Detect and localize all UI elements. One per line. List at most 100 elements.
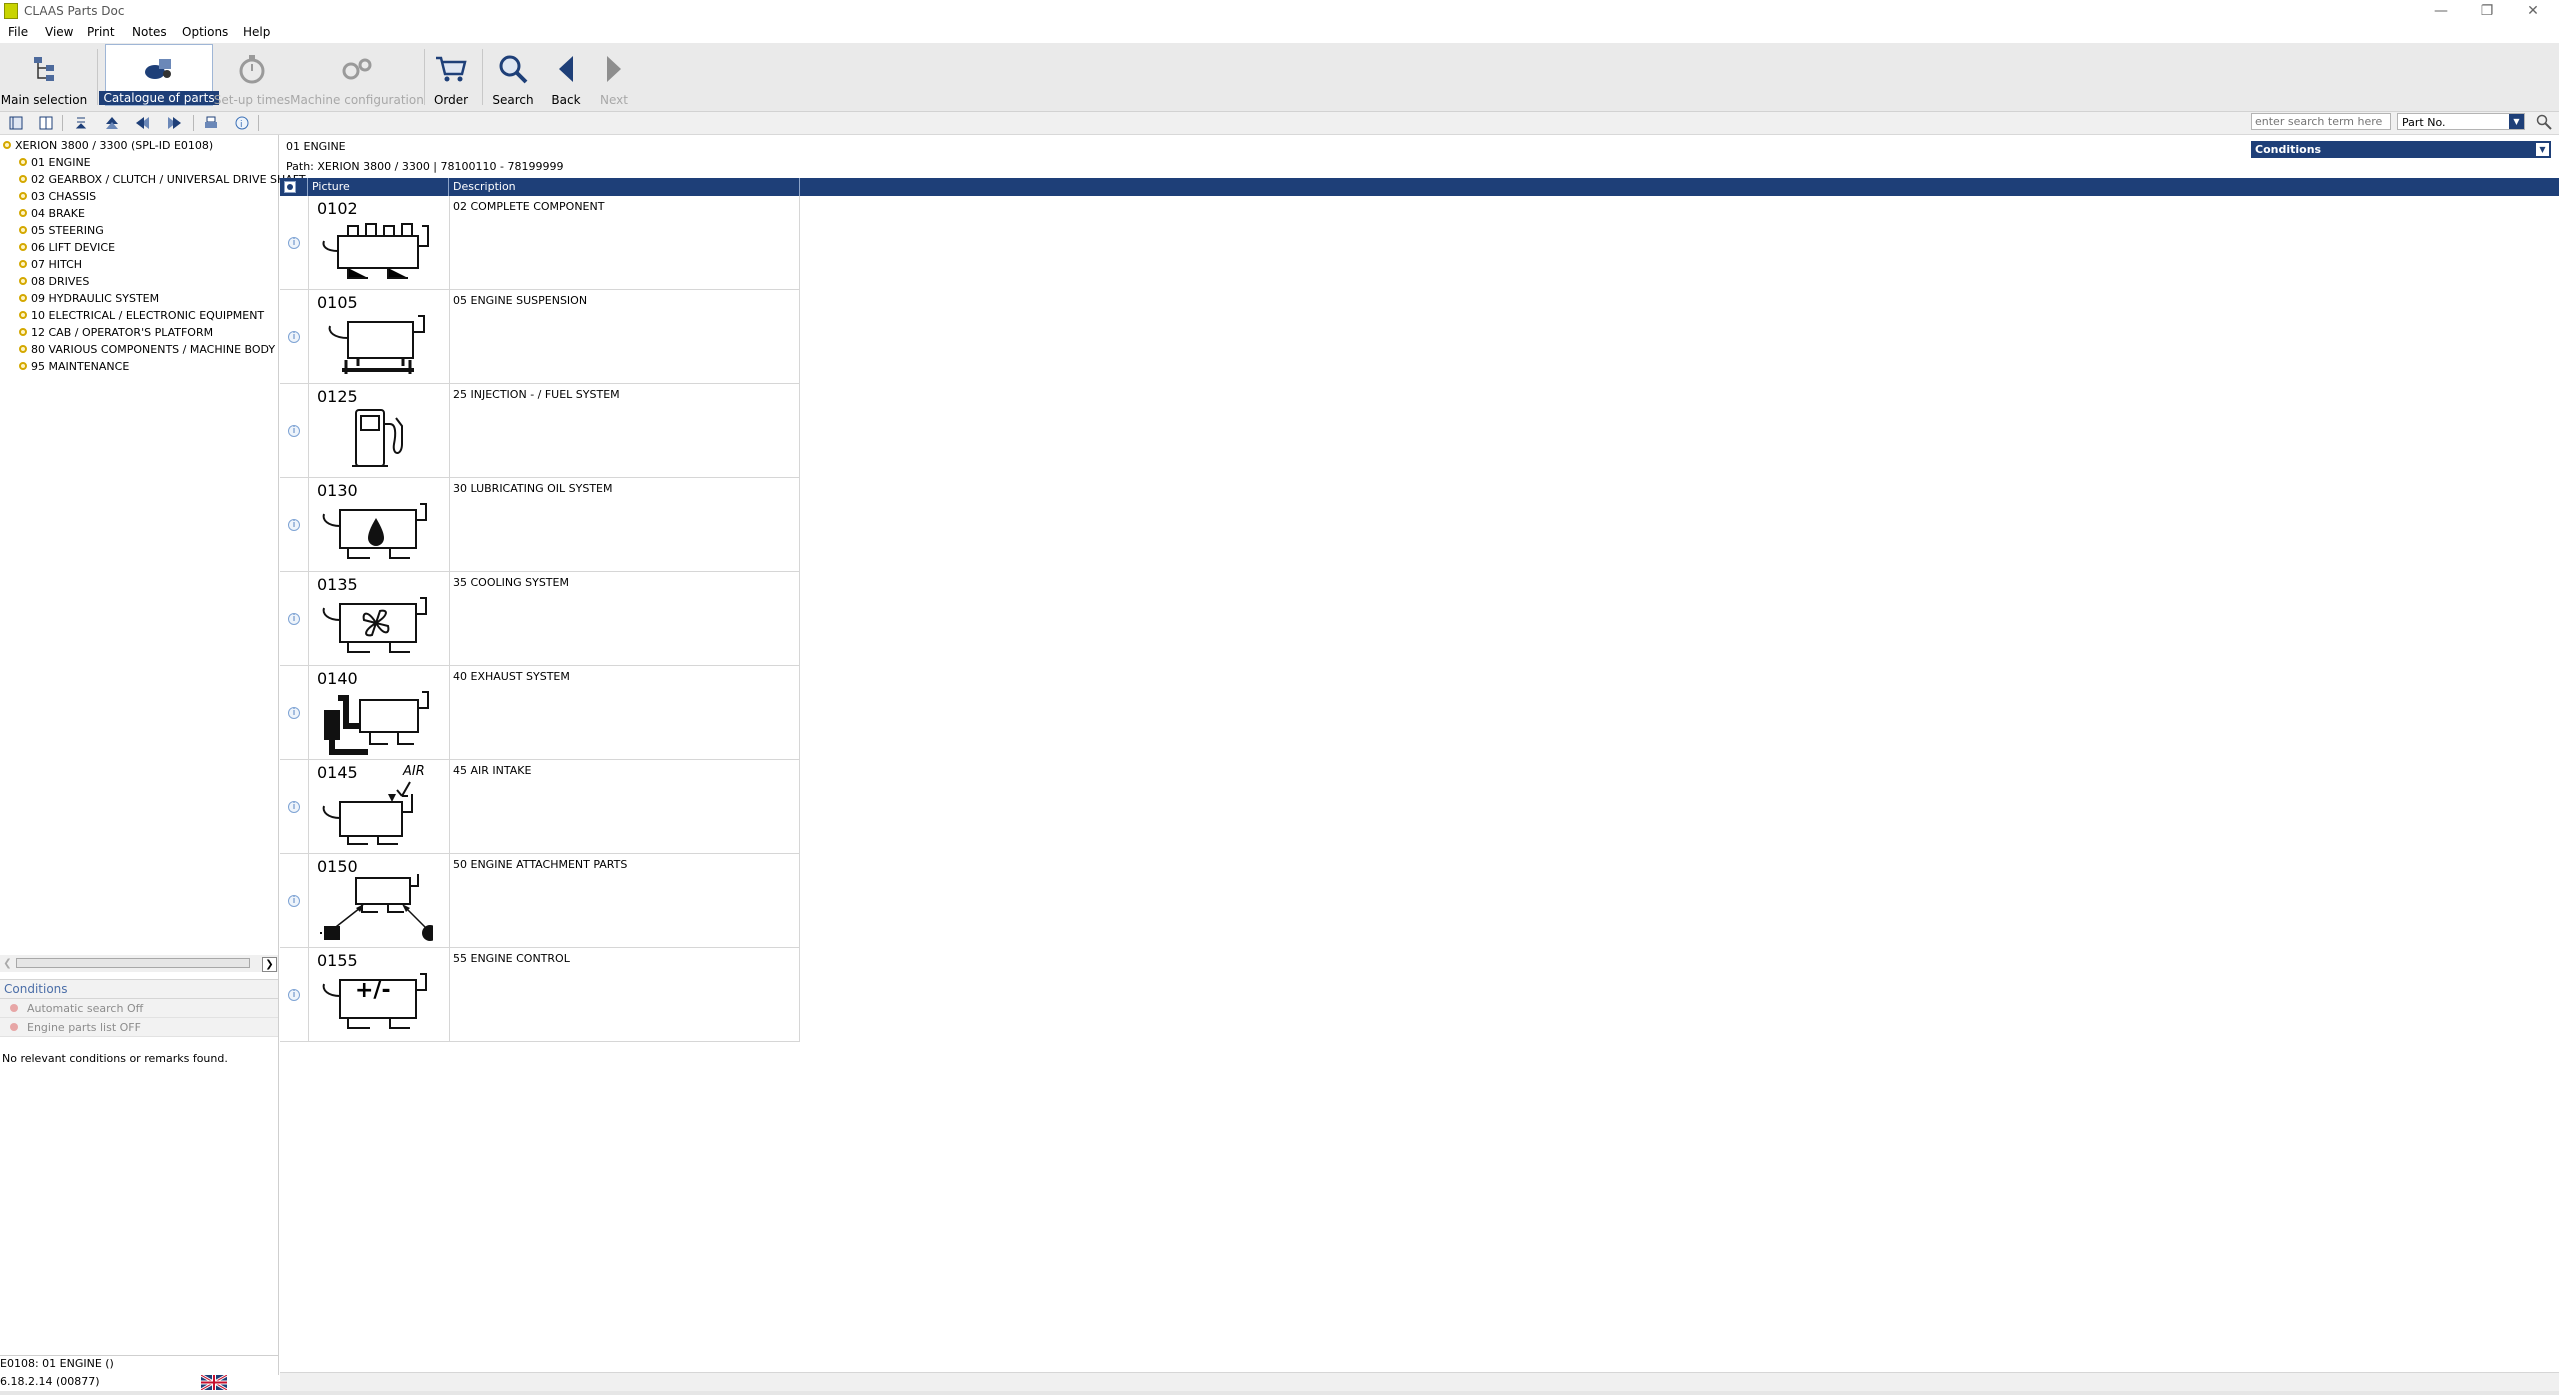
picture-cell: 0102 bbox=[308, 196, 450, 289]
attachment-parts-icon bbox=[320, 874, 433, 941]
tree-item[interactable]: 01 ENGINE bbox=[19, 154, 91, 170]
next-label: Next bbox=[600, 93, 628, 107]
search-type-select[interactable]: Part No. ▼ bbox=[2397, 113, 2525, 130]
tree-item-label: 09 HYDRAULIC SYSTEM bbox=[31, 291, 160, 305]
info-icon[interactable]: i bbox=[288, 613, 300, 625]
info-icon[interactable]: i bbox=[288, 989, 300, 1001]
tree-item-label: 06 LIFT DEVICE bbox=[31, 240, 116, 254]
back-button[interactable]: Back bbox=[543, 43, 589, 109]
tree-horizontal-scrollbar[interactable]: ❮ ❯ bbox=[0, 955, 278, 972]
order-button[interactable]: Order bbox=[428, 43, 474, 109]
minimize-button[interactable]: — bbox=[2418, 0, 2464, 22]
table-row[interactable]: i 0145 AIR 45 AIR INTAKE bbox=[280, 760, 800, 854]
tree-root[interactable]: XERION 3800 / 3300 (SPL-ID E0108) bbox=[3, 137, 213, 153]
table-row[interactable]: i 0140 40 EXHAUST SYSTEM bbox=[280, 666, 800, 760]
tree-item[interactable]: 09 HYDRAULIC SYSTEM bbox=[19, 290, 159, 306]
tree-item[interactable]: 07 HITCH bbox=[19, 256, 82, 272]
info-icon[interactable]: i bbox=[233, 114, 251, 132]
tree-bullet-icon bbox=[19, 209, 27, 217]
condition-row[interactable]: Engine parts list OFF bbox=[0, 1018, 278, 1037]
info-icon[interactable]: i bbox=[288, 331, 300, 343]
last-icon[interactable] bbox=[165, 114, 183, 132]
scroll-right-icon[interactable]: ❯ bbox=[262, 957, 277, 972]
condition-row[interactable]: Automatic search Off bbox=[0, 999, 278, 1018]
status-dot-icon bbox=[10, 1023, 18, 1031]
chevron-down-icon[interactable]: ▼ bbox=[2509, 114, 2524, 129]
column-header-picture[interactable]: Picture bbox=[308, 178, 449, 196]
row-description: 55 ENGINE CONTROL bbox=[453, 952, 570, 965]
search-input[interactable] bbox=[2251, 113, 2391, 130]
tree-item[interactable]: 04 BRAKE bbox=[19, 205, 85, 221]
search-type-value: Part No. bbox=[2402, 116, 2446, 129]
picture-cell: 0125 bbox=[308, 384, 450, 477]
status-text: E0108: 01 ENGINE () bbox=[0, 1357, 114, 1370]
machine-configuration-button[interactable]: Machine configuration bbox=[290, 43, 424, 109]
view-list-icon[interactable] bbox=[7, 114, 25, 132]
close-button[interactable]: ✕ bbox=[2510, 0, 2556, 22]
setup-times-label: Set-up times bbox=[213, 93, 291, 107]
table-row[interactable]: i 0135 35 COOLING SYSTEM bbox=[280, 572, 800, 666]
info-icon[interactable]: i bbox=[288, 895, 300, 907]
uk-flag-icon[interactable] bbox=[201, 1375, 227, 1390]
tree-item[interactable]: 06 LIFT DEVICE bbox=[19, 239, 115, 255]
chevron-down-icon[interactable]: ▼ bbox=[2536, 143, 2549, 156]
row-description: 05 ENGINE SUSPENSION bbox=[453, 294, 588, 307]
search-go-icon[interactable] bbox=[2535, 113, 2553, 131]
main-selection-button[interactable]: Main selection bbox=[1, 43, 87, 109]
picture-cell: 0140 bbox=[308, 666, 450, 759]
conditions-dropdown-label: Conditions bbox=[2255, 143, 2322, 156]
tree-item[interactable]: 08 DRIVES bbox=[19, 273, 89, 289]
table-row[interactable]: i 0130 30 LUBRICATING OIL SYSTEM bbox=[280, 478, 800, 572]
row-description: 50 ENGINE ATTACHMENT PARTS bbox=[453, 858, 628, 871]
table-row[interactable]: i 0155 +/- 55 ENGINE CONTROL bbox=[280, 948, 800, 1042]
tree-item[interactable]: 05 STEERING bbox=[19, 222, 104, 238]
info-icon[interactable]: i bbox=[288, 425, 300, 437]
print-icon[interactable] bbox=[202, 114, 220, 132]
tree-item[interactable]: 80 VARIOUS COMPONENTS / MACHINE BODY bbox=[19, 341, 275, 357]
column-header-description[interactable]: Description bbox=[449, 178, 800, 196]
table-row[interactable]: i 0150 50 ENGINE ATTACHMENT PARTS bbox=[280, 854, 800, 948]
collapse-tree-icon[interactable] bbox=[73, 114, 91, 132]
table-row[interactable]: i 0102 02 COMPLETE COMPONENT bbox=[280, 196, 800, 290]
secondary-toolbar: i Part No. ▼ bbox=[0, 112, 2559, 135]
restore-button[interactable]: ❐ bbox=[2464, 0, 2510, 22]
tree-item[interactable]: 10 ELECTRICAL / ELECTRONIC EQUIPMENT bbox=[19, 307, 264, 323]
tree-bullet-icon bbox=[19, 345, 27, 353]
row-description: 45 AIR INTAKE bbox=[453, 764, 532, 777]
menu-print[interactable]: Print bbox=[87, 25, 115, 39]
tree-item[interactable]: 03 CHASSIS bbox=[19, 188, 96, 204]
main-status-bar bbox=[280, 1372, 2559, 1392]
tree-item[interactable]: 12 CAB / OPERATOR'S PLATFORM bbox=[19, 324, 213, 340]
search-button[interactable]: Search bbox=[490, 43, 536, 109]
scrollbar-thumb[interactable] bbox=[16, 958, 250, 968]
info-icon[interactable]: i bbox=[288, 801, 300, 813]
catalogue-of-parts-button[interactable]: Catalogue of parts bbox=[99, 44, 219, 106]
menu-notes[interactable]: Notes bbox=[132, 25, 167, 39]
conditions-header: Conditions bbox=[0, 979, 278, 999]
info-icon[interactable]: i bbox=[288, 237, 300, 249]
menu-options[interactable]: Options bbox=[182, 25, 228, 39]
level-up-icon[interactable] bbox=[103, 114, 121, 132]
tree-item[interactable]: 02 GEARBOX / CLUTCH / UNIVERSAL DRIVE SH… bbox=[19, 171, 306, 187]
air-label: AIR bbox=[403, 764, 425, 779]
first-icon[interactable] bbox=[134, 114, 152, 132]
scroll-left-icon[interactable]: ❮ bbox=[1, 957, 14, 970]
complete-component-icon bbox=[322, 223, 429, 279]
view-columns-icon[interactable] bbox=[37, 114, 55, 132]
table-row[interactable]: i 0125 25 INJECTION - / FUEL SYSTEM bbox=[280, 384, 800, 478]
next-button[interactable]: Next bbox=[591, 43, 637, 109]
navigation-panel: XERION 3800 / 3300 (SPL-ID E0108) 01 ENG… bbox=[0, 135, 306, 1375]
select-all-column[interactable] bbox=[280, 178, 308, 196]
tree-item[interactable]: 95 MAINTENANCE bbox=[19, 358, 129, 374]
status-dot-icon bbox=[10, 1004, 18, 1012]
menu-help[interactable]: Help bbox=[243, 25, 270, 39]
info-icon[interactable]: i bbox=[288, 519, 300, 531]
menu-file[interactable]: File bbox=[8, 25, 28, 39]
info-icon[interactable]: i bbox=[288, 707, 300, 719]
row-description: 30 LUBRICATING OIL SYSTEM bbox=[453, 482, 613, 495]
table-row[interactable]: i 0105 05 ENGINE SUSPENSION bbox=[280, 290, 800, 384]
menu-view[interactable]: View bbox=[45, 25, 73, 39]
conditions-dropdown[interactable]: Conditions ▼ bbox=[2251, 141, 2551, 158]
picture-cell: 0155 +/- bbox=[308, 948, 450, 1041]
setup-times-button[interactable]: Set-up times bbox=[213, 43, 291, 109]
